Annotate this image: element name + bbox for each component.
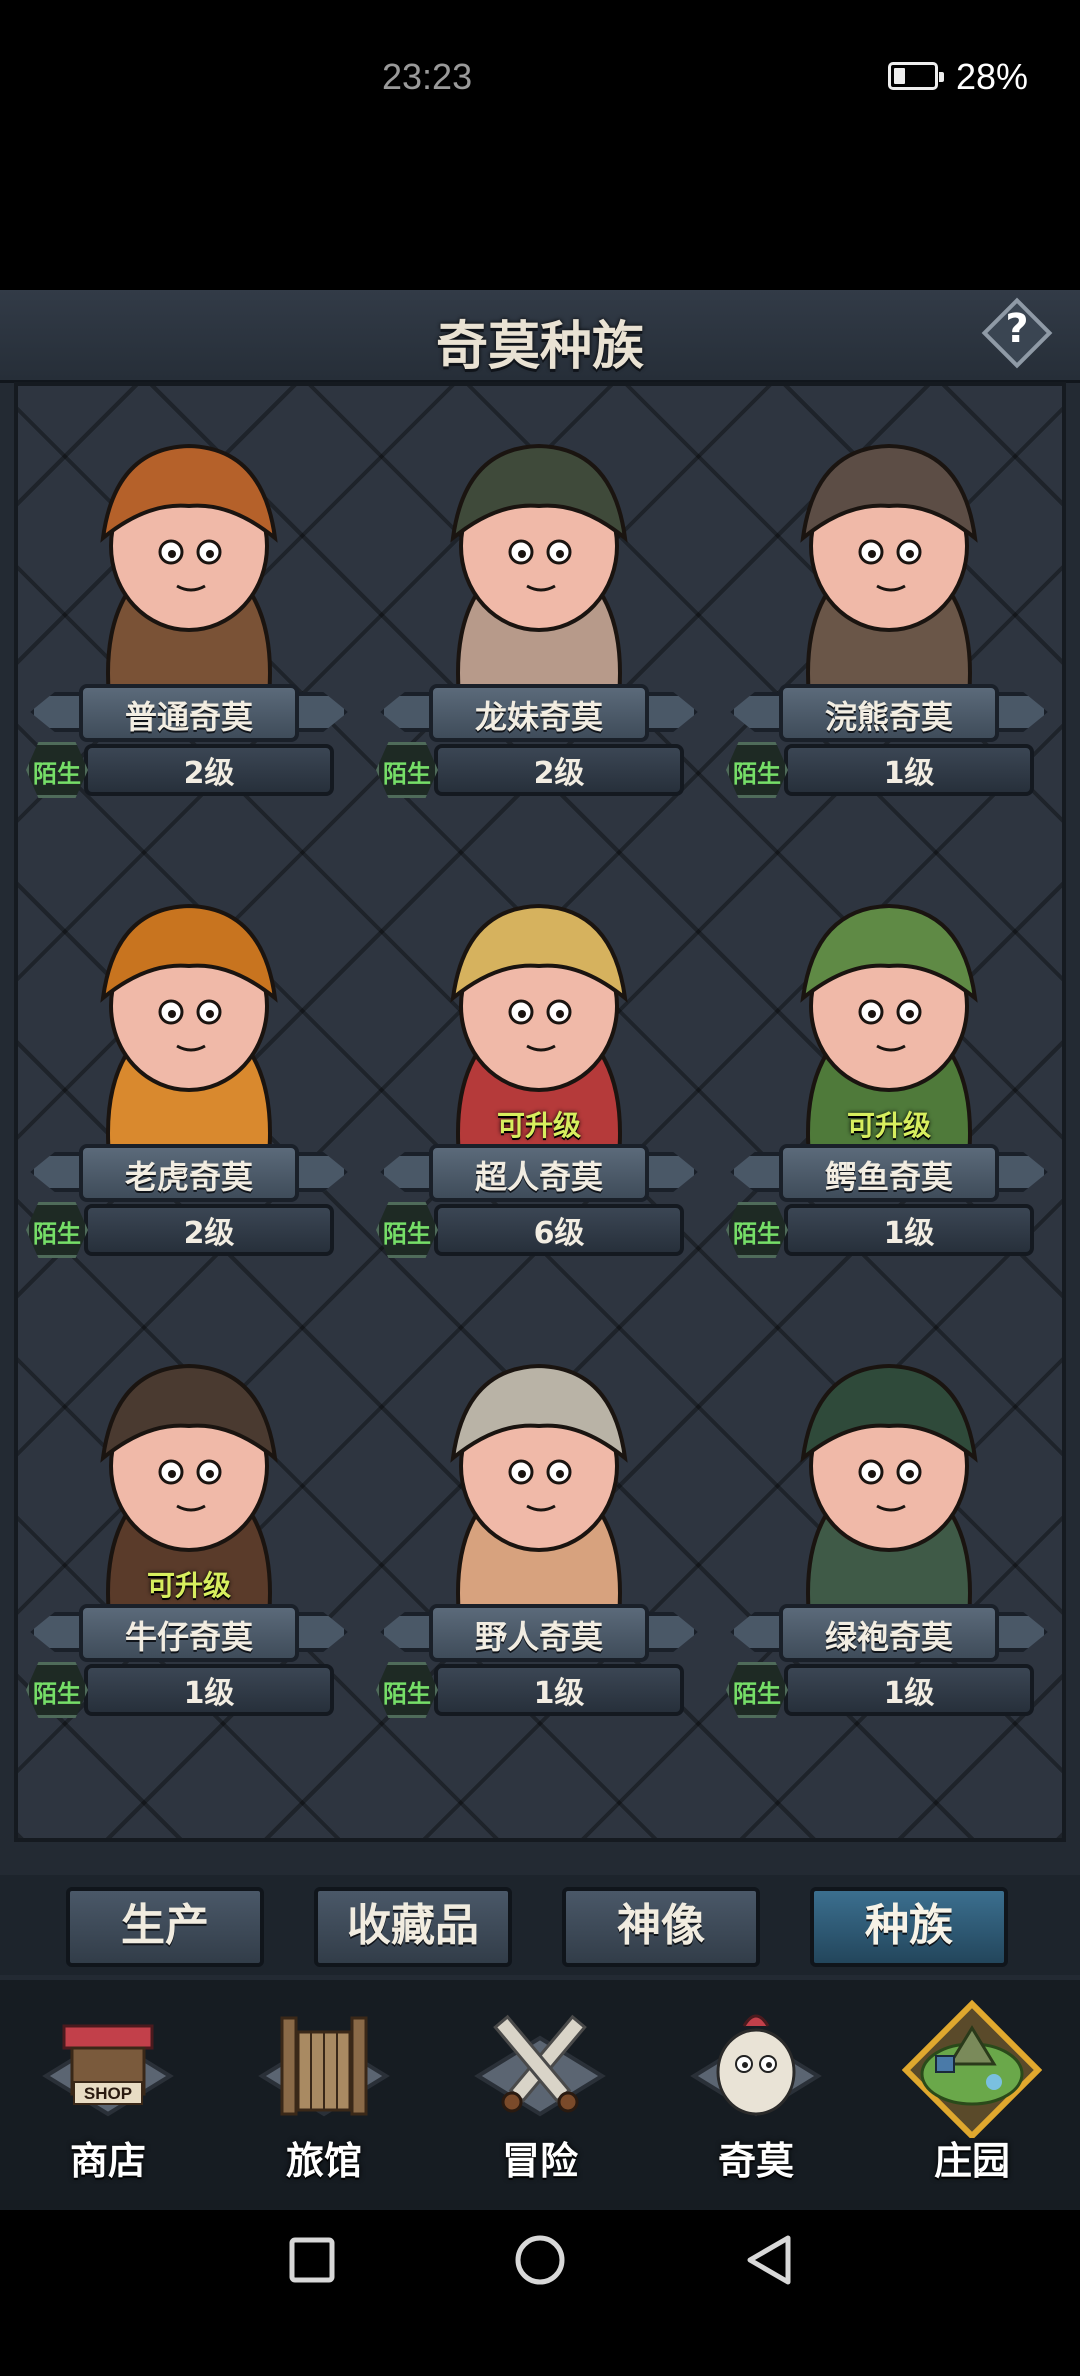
chimo-level: 2级 — [183, 1216, 235, 1251]
familiarity-text: 陌生 — [383, 760, 431, 788]
chimo-level: 1级 — [883, 1216, 935, 1251]
chimo-name: 绿袍奇莫 — [824, 1618, 953, 1656]
chimo-level: 1级 — [883, 756, 935, 791]
race-card[interactable]: 鳄鱼奇莫 1级 陌生 可升级 — [724, 886, 1054, 1286]
race-card[interactable]: 浣熊奇莫 1级 陌生 — [724, 426, 1054, 826]
nav-adventure[interactable]: 冒险 — [432, 1980, 648, 2210]
familiarity-text: 陌生 — [733, 760, 781, 788]
battery-fill — [894, 68, 905, 84]
chimo-portrait — [759, 1346, 1019, 1618]
race-card[interactable]: 野人奇莫 1级 陌生 — [374, 1346, 704, 1746]
race-card[interactable]: 龙妹奇莫 2级 陌生 — [374, 426, 704, 826]
familiarity-tag: 陌生 — [26, 1662, 88, 1718]
nav-inn-label: 旅馆 — [285, 2139, 362, 2183]
floating-island-icon — [901, 1998, 1043, 2141]
race-card[interactable]: 老虎奇莫 2级 陌生 — [24, 886, 354, 1286]
battery-percent: 28% — [956, 56, 1029, 97]
familiarity-text: 陌生 — [383, 1680, 431, 1708]
chimo-name: 龙妹奇莫 — [474, 698, 603, 736]
title-bar: 奇莫种族 ? — [0, 290, 1080, 383]
chimo-portrait — [409, 426, 669, 698]
tabs-bar: 生产 收藏品 神像 种族 — [0, 1875, 1080, 1975]
familiarity-text: 陌生 — [733, 1220, 781, 1248]
recent-apps-button[interactable] — [250, 2210, 370, 2330]
inn-gate-icon — [254, 1998, 394, 2138]
game-screen: 奇莫种族 ? 普通奇莫 2级 陌生 龙妹奇莫 2级 陌生 浣熊奇莫 1级 陌生 … — [0, 290, 1080, 2210]
upgrade-available-label: 可升级 — [846, 1109, 931, 1142]
chimo-level: 2级 — [533, 756, 585, 791]
battery-icon — [888, 62, 944, 90]
nav-shop[interactable]: SHOP 商店 — [0, 1980, 216, 2210]
status-time: 23:23 — [382, 56, 473, 97]
nav-chimo-label: 奇莫 — [717, 2139, 794, 2183]
chimo-level: 1级 — [183, 1676, 235, 1711]
upgrade-available-label: 可升级 — [146, 1569, 231, 1602]
chimo-name: 老虎奇莫 — [124, 1158, 253, 1196]
chimo-name: 超人奇莫 — [474, 1158, 603, 1196]
chimo-name: 牛仔奇莫 — [124, 1618, 253, 1656]
back-button[interactable] — [710, 2210, 830, 2330]
familiarity-tag: 陌生 — [726, 742, 788, 798]
nav-manor-label: 庄园 — [933, 2139, 1010, 2183]
familiarity-text: 陌生 — [33, 1680, 81, 1708]
nav-adventure-label: 冒险 — [501, 2139, 578, 2183]
race-card[interactable]: 超人奇莫 6级 陌生 可升级 — [374, 886, 704, 1286]
familiarity-text: 陌生 — [383, 1220, 431, 1248]
status-bar: 23:23 28% — [0, 0, 1080, 160]
help-button[interactable]: ? — [981, 297, 1053, 369]
race-card[interactable]: 牛仔奇莫 1级 陌生 可升级 — [24, 1346, 354, 1746]
chimo-face-icon — [686, 1998, 826, 2138]
chimo-level: 2级 — [183, 756, 235, 791]
race-card[interactable]: 普通奇莫 2级 陌生 — [24, 426, 354, 826]
page-title: 奇莫种族 — [435, 317, 644, 377]
home-button[interactable] — [480, 2210, 600, 2330]
shop-sign: SHOP — [84, 2084, 132, 2103]
chimo-race-grid[interactable]: 普通奇莫 2级 陌生 龙妹奇莫 2级 陌生 浣熊奇莫 1级 陌生 老虎奇莫 2级… — [14, 382, 1066, 1842]
square-icon — [289, 2237, 335, 2283]
chimo-name: 浣熊奇莫 — [824, 698, 953, 736]
back-triangle-icon — [747, 2235, 791, 2285]
chimo-portrait — [759, 426, 1019, 698]
chimo-name: 鳄鱼奇莫 — [824, 1158, 953, 1196]
chimo-level: 6级 — [533, 1216, 585, 1251]
nav-inn[interactable]: 旅馆 — [216, 1980, 432, 2210]
tab-statues[interactable]: 神像 — [562, 1887, 760, 1967]
chimo-name: 普通奇莫 — [124, 698, 253, 736]
familiarity-tag: 陌生 — [376, 742, 438, 798]
tab-collectibles[interactable]: 收藏品 — [314, 1887, 512, 1967]
familiarity-tag: 陌生 — [726, 1662, 788, 1718]
chimo-level: 1级 — [883, 1676, 935, 1711]
chimo-portrait — [409, 1346, 669, 1618]
nav-manor[interactable]: 庄园 — [864, 1980, 1080, 2210]
chimo-level: 1级 — [533, 1676, 585, 1711]
help-mark: ? — [1005, 306, 1029, 352]
familiarity-text: 陌生 — [33, 1220, 81, 1248]
nav-chimo[interactable]: 奇莫 — [648, 1980, 864, 2210]
chimo-portrait — [59, 426, 319, 698]
shop-icon: SHOP — [38, 1998, 178, 2138]
tab-races[interactable]: 种族 — [810, 1887, 1008, 1967]
familiarity-tag: 陌生 — [726, 1202, 788, 1258]
familiarity-text: 陌生 — [733, 1680, 781, 1708]
tab-production[interactable]: 生产 — [66, 1887, 264, 1967]
familiarity-tag: 陌生 — [376, 1202, 438, 1258]
system-nav-bar — [0, 2210, 1080, 2376]
familiarity-tag: 陌生 — [26, 742, 88, 798]
chimo-name: 野人奇莫 — [474, 1618, 603, 1656]
upgrade-available-label: 可升级 — [496, 1109, 581, 1142]
bottom-nav: SHOP 商店 旅馆 冒险 奇莫 庄园 — [0, 1980, 1080, 2210]
crossed-swords-icon — [470, 1998, 610, 2138]
familiarity-tag: 陌生 — [376, 1662, 438, 1718]
race-card[interactable]: 绿袍奇莫 1级 陌生 — [724, 1346, 1054, 1746]
nav-shop-label: 商店 — [69, 2139, 146, 2183]
chimo-portrait — [59, 886, 319, 1158]
circle-icon — [515, 2235, 565, 2285]
familiarity-text: 陌生 — [33, 760, 81, 788]
familiarity-tag: 陌生 — [26, 1202, 88, 1258]
